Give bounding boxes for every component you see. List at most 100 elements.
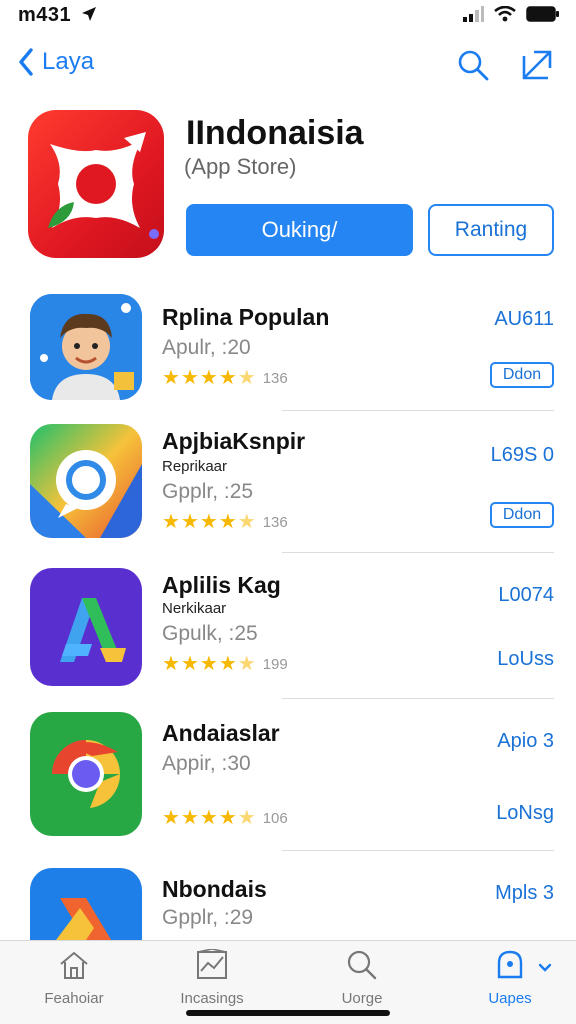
triangle-logo-icon — [30, 568, 142, 686]
search-button[interactable] — [456, 48, 490, 87]
share-icon — [522, 50, 552, 80]
browser-logo-icon — [30, 712, 142, 836]
app-price: Mpls 3 — [495, 882, 554, 904]
battery-icon — [526, 6, 559, 22]
tab-label: Uapes — [488, 990, 532, 1007]
app-icon-chrome — [30, 712, 142, 836]
arrows-logo-icon — [30, 868, 142, 940]
tab-search[interactable]: Uorge — [302, 949, 422, 1007]
star-icon: ★ — [199, 653, 218, 675]
star-icon: ★ — [199, 511, 218, 533]
status-bar: m431 — [0, 0, 576, 34]
star-icon: ★ — [218, 511, 237, 533]
chart-icon — [197, 948, 227, 979]
hero-logo-icon — [48, 132, 159, 239]
get-button[interactable]: Ddon — [490, 362, 554, 388]
page-subtitle: (App Store) — [184, 154, 297, 179]
tab-label: Uorge — [341, 990, 383, 1007]
divider — [282, 410, 554, 411]
star-icon: ★ — [218, 653, 237, 675]
app-meta: Appir, :30 — [162, 752, 251, 775]
app-icon-arrows — [30, 868, 142, 940]
secondary-action-button[interactable]: Ranting — [428, 204, 554, 256]
updates-icon — [497, 950, 523, 979]
tab-label: Incasings — [180, 990, 244, 1007]
app-developer: Nerkikaar — [162, 600, 227, 617]
divider — [282, 850, 554, 851]
star-half-icon: ★ — [237, 511, 256, 533]
wifi-icon — [494, 6, 516, 22]
chat-bubble-icon — [30, 424, 142, 538]
chevron-down-icon — [538, 963, 552, 972]
rating-count: 106 — [262, 809, 288, 827]
list-item[interactable]: Rplina Populan Apulr, :20 ★ ★ ★ ★ ★ 136 AU61… — [0, 294, 576, 434]
search-icon — [458, 50, 489, 81]
get-button[interactable]: Ddon — [490, 502, 554, 528]
star-icon: ★ — [162, 653, 180, 675]
app-price: L69S 0 — [490, 444, 554, 466]
app-icon-cartoon-boy — [30, 294, 142, 400]
location-icon — [82, 7, 97, 21]
app-action-label[interactable]: LoUss — [497, 648, 554, 671]
star-icon: ★ — [199, 367, 218, 389]
app-meta: Apulr, :20 — [162, 336, 251, 359]
list-item[interactable]: ApjbiaKsnpir Reprikaar Gpplr, :25 ★ ★ ★ ★ ★ … — [0, 424, 576, 564]
app-price: Apio 3 — [497, 730, 554, 752]
star-icon: ★ — [180, 367, 199, 389]
app-name: Aplilis Kag — [162, 572, 281, 598]
star-icon: ★ — [180, 511, 199, 533]
primary-action-button[interactable]: Ouking/ — [186, 204, 413, 256]
app-price: AU611 — [494, 308, 554, 330]
app-meta: Gpplr, :25 — [162, 480, 254, 503]
app-price: L0074 — [498, 584, 554, 606]
home-indicator — [186, 1010, 390, 1016]
star-half-icon: ★ — [237, 807, 256, 829]
status-time-area: m431 — [18, 4, 97, 27]
tab-incasings[interactable]: Incasings — [152, 948, 272, 1007]
app-developer: Reprikaar — [162, 458, 228, 475]
app-action-label[interactable]: LoNsg — [496, 802, 554, 825]
chevron-left-icon — [19, 48, 33, 76]
star-rating: ★ ★ ★ ★ ★ 136 — [162, 512, 288, 532]
star-icon: ★ — [218, 367, 237, 389]
avatar-icon — [30, 294, 142, 400]
list-item[interactable]: Aplilis Kag Nerkikaar Gpulk, :25 ★ ★ ★ ★ ★ 1… — [0, 568, 576, 708]
star-icon: ★ — [180, 807, 199, 829]
tab-updates[interactable]: Uapes — [450, 949, 570, 1007]
star-icon: ★ — [162, 807, 180, 829]
app-name: Nbondais — [162, 876, 267, 902]
star-icon: ★ — [162, 367, 180, 389]
search-icon — [347, 950, 377, 980]
share-button[interactable] — [520, 48, 554, 87]
nav-bar: Laya — [0, 40, 576, 96]
app-name: Rplina Populan — [162, 304, 330, 330]
star-icon: ★ — [180, 653, 199, 675]
back-button[interactable]: Laya — [18, 48, 94, 76]
app-meta: Gpulk, :25 — [162, 622, 258, 645]
divider — [282, 698, 554, 699]
status-time: m431 — [18, 4, 72, 26]
hero-app-icon — [28, 110, 164, 258]
star-half-icon: ★ — [237, 653, 256, 675]
star-rating: ★ ★ ★ ★ ★ 106 — [162, 808, 288, 828]
tab-featured[interactable]: Feahoiar — [14, 949, 134, 1007]
star-icon: ★ — [218, 807, 237, 829]
star-half-icon: ★ — [237, 367, 256, 389]
star-rating: ★ ★ ★ ★ ★ 136 — [162, 368, 288, 388]
divider — [282, 552, 554, 553]
page-title: IIndonaisia — [186, 114, 364, 152]
rating-count: 136 — [262, 369, 288, 387]
star-rating: ★ ★ ★ ★ ★ 199 — [162, 654, 288, 674]
app-meta: Gpplr, :29 — [162, 906, 254, 929]
list-item[interactable]: Nbondais Gpplr, :29 Mpls 3 — [0, 868, 576, 940]
back-label: Laya — [42, 48, 95, 75]
app-icon-triangle — [30, 568, 142, 686]
signal-icon — [463, 6, 484, 22]
star-icon: ★ — [162, 511, 180, 533]
star-icon: ★ — [199, 807, 218, 829]
tab-label: Feahoiar — [44, 990, 104, 1007]
rating-count: 136 — [262, 513, 288, 531]
list-item[interactable]: Andaiaslar Appir, :30 ★ ★ ★ ★ ★ 106 Apio 3 L… — [0, 712, 576, 852]
app-name: ApjbiaKsnpir — [162, 428, 306, 454]
rating-count: 199 — [262, 655, 288, 673]
